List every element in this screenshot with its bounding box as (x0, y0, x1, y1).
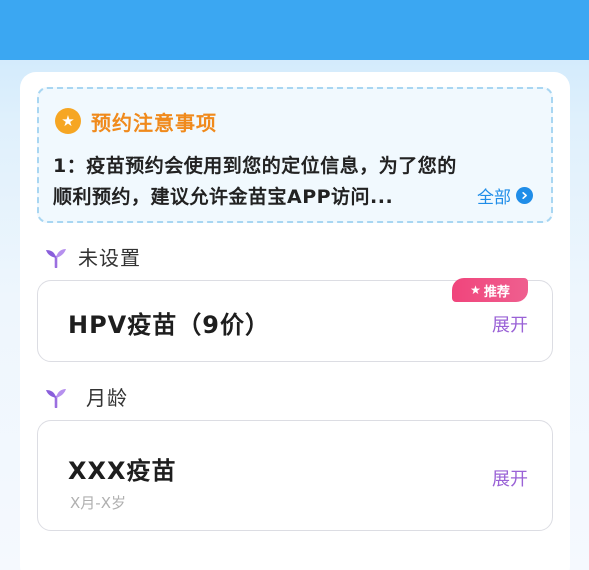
group-label-text: 未设置 (78, 246, 141, 270)
notice-text-line-2: 顺利预约，建议允许金苗宝APP访问... (53, 186, 394, 208)
recommend-badge-label: 推荐 (483, 284, 510, 300)
recommend-badge: ★ 推荐 (452, 278, 528, 302)
star-icon: ★ (55, 108, 81, 134)
appointment-notice-box: ★ 预约注意事项 1：疫苗预约会使用到您的定位信息，为了您的 顺利预约，建议允许… (37, 87, 553, 223)
vaccine-card-xxx[interactable]: XXX疫苗 X月-X岁 展开 (37, 420, 553, 531)
notice-header: ★ 预约注意事项 (55, 107, 217, 135)
view-all-label: 全部 (477, 188, 511, 208)
vaccine-card-hpv[interactable]: ★ 推荐 HPV疫苗（9价） 展开 (37, 278, 553, 362)
vaccine-age-range: X月-X岁 (70, 494, 126, 512)
vaccine-name: HPV疫苗（9价） (68, 311, 270, 339)
notice-text: 1：疫苗预约会使用到您的定位信息，为了您的 顺利预约，建议允许金苗宝APP访问.… (53, 151, 543, 213)
notice-text-line-1: 1：疫苗预约会使用到您的定位信息，为了您的 (53, 155, 457, 177)
vaccine-list-panel: ★ 预约注意事项 1：疫苗预约会使用到您的定位信息，为了您的 顺利预约，建议允许… (20, 72, 570, 570)
expand-button[interactable]: 展开 (492, 311, 528, 337)
view-all-link[interactable]: 全部 (473, 183, 533, 208)
vaccine-name: XXX疫苗 (68, 457, 177, 485)
star-icon: ★ (470, 283, 481, 297)
expand-button[interactable]: 展开 (492, 465, 528, 491)
group-label-text: 月龄 (86, 386, 128, 410)
sprout-icon (46, 248, 66, 268)
group-label-unset: 未设置 (44, 242, 141, 271)
group-label-month-age: 月龄 (44, 382, 128, 411)
chevron-right-circle-icon (516, 187, 533, 204)
top-header-bar (0, 0, 589, 60)
notice-title: 预约注意事项 (91, 110, 217, 135)
sprout-icon (46, 388, 66, 408)
